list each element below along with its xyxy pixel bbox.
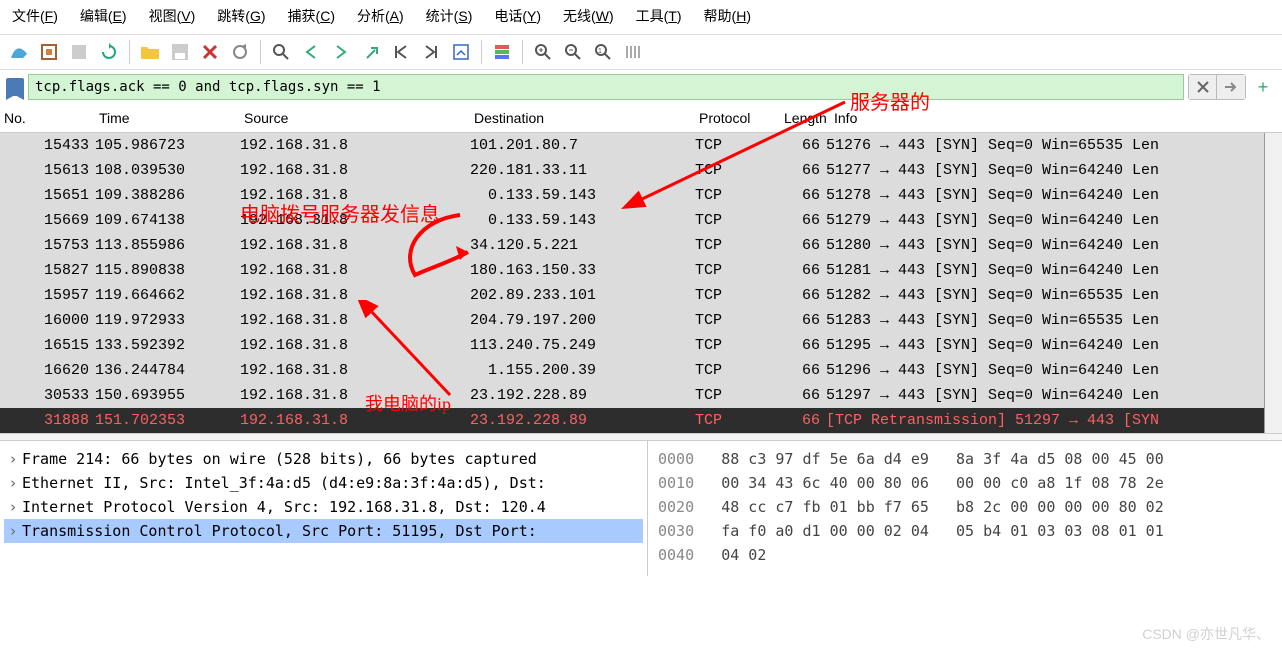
menu-item[interactable]: 视图(V) xyxy=(149,6,196,26)
apply-filter-button[interactable] xyxy=(1217,75,1245,99)
menu-item[interactable]: 编辑(E) xyxy=(80,6,127,26)
menu-item[interactable]: 工具(T) xyxy=(636,6,682,26)
capture-options-icon[interactable] xyxy=(36,39,62,65)
close-file-icon[interactable] xyxy=(197,39,223,65)
bottom-panes: ›Frame 214: 66 bytes on wire (528 bits),… xyxy=(0,441,1282,576)
stop-capture-icon[interactable] xyxy=(66,39,92,65)
menu-bar: 文件(F) 编辑(E) 视图(V) 跳转(G) 捕获(C) 分析(A) 统计(S) 电话(Y)… xyxy=(0,0,1282,34)
save-file-icon[interactable] xyxy=(167,39,193,65)
reload-icon[interactable] xyxy=(227,39,253,65)
col-info[interactable]: Info xyxy=(830,108,1282,128)
col-destination[interactable]: Destination xyxy=(470,108,695,128)
packet-row[interactable]: 15753113.855986192.168.31.834.120.5.221T… xyxy=(0,233,1282,258)
hex-line[interactable]: 0030 fa f0 a0 d1 00 00 02 04 05 b4 01 03… xyxy=(658,519,1272,543)
go-back-icon[interactable] xyxy=(298,39,324,65)
go-first-icon[interactable] xyxy=(388,39,414,65)
packet-row[interactable]: 30533150.693955192.168.31.823.192.228.89… xyxy=(0,383,1282,408)
col-no[interactable]: No. xyxy=(0,108,95,128)
filter-bar: + xyxy=(0,70,1282,104)
col-source[interactable]: Source xyxy=(240,108,470,128)
menu-item[interactable]: 帮助(H) xyxy=(704,6,751,26)
autoscroll-icon[interactable] xyxy=(448,39,474,65)
packet-row[interactable]: 15957119.664662192.168.31.8202.89.233.10… xyxy=(0,283,1282,308)
zoom-out-icon[interactable] xyxy=(560,39,586,65)
restart-capture-icon[interactable] xyxy=(96,39,122,65)
packet-bytes-hex[interactable]: 0000 88 c3 97 df 5e 6a d4 e9 8a 3f 4a d5… xyxy=(647,441,1282,576)
tree-node[interactable]: ›Frame 214: 66 bytes on wire (528 bits),… xyxy=(4,447,643,471)
scrollbar[interactable] xyxy=(1264,133,1282,433)
packet-details-tree[interactable]: ›Frame 214: 66 bytes on wire (528 bits),… xyxy=(0,441,647,576)
packet-list-header: No. Time Source Destination Protocol Len… xyxy=(0,104,1282,133)
menu-item[interactable]: 统计(S) xyxy=(426,6,473,26)
packet-row[interactable]: 15613108.039530192.168.31.8220.181.33.11… xyxy=(0,158,1282,183)
col-protocol[interactable]: Protocol xyxy=(695,108,780,128)
menu-item[interactable]: 无线(W) xyxy=(563,6,614,26)
go-forward-icon[interactable] xyxy=(328,39,354,65)
menu-item[interactable]: 电话(Y) xyxy=(494,6,541,26)
pane-splitter[interactable] xyxy=(0,433,1282,441)
packet-row[interactable]: 16515133.592392192.168.31.8113.240.75.24… xyxy=(0,333,1282,358)
go-last-icon[interactable] xyxy=(418,39,444,65)
tree-node[interactable]: ›Transmission Control Protocol, Src Port… xyxy=(4,519,643,543)
menu-item[interactable]: 捕获(C) xyxy=(288,6,335,26)
packet-list[interactable]: 15433105.986723192.168.31.8101.201.80.7T… xyxy=(0,133,1282,433)
svg-text:1: 1 xyxy=(598,48,602,55)
colorize-icon[interactable] xyxy=(489,39,515,65)
menu-item[interactable]: 跳转(G) xyxy=(217,6,265,26)
hex-line[interactable]: 0020 48 cc c7 fb 01 bb f7 65 b8 2c 00 00… xyxy=(658,495,1272,519)
jump-icon[interactable] xyxy=(358,39,384,65)
packet-row[interactable]: 15651109.388286192.168.31.8 0.133.59.143… xyxy=(0,183,1282,208)
tree-node[interactable]: ›Ethernet II, Src: Intel_3f:4a:d5 (d4:e9… xyxy=(4,471,643,495)
menu-item[interactable]: 文件(F) xyxy=(12,6,58,26)
resize-columns-icon[interactable] xyxy=(620,39,646,65)
packet-row[interactable]: 31888151.702353192.168.31.823.192.228.89… xyxy=(0,408,1282,433)
packet-row[interactable]: 15669109.674138192.168.31.8 0.133.59.143… xyxy=(0,208,1282,233)
menu-item[interactable]: 分析(A) xyxy=(357,6,404,26)
hex-line[interactable]: 0040 04 02 xyxy=(658,543,1272,567)
packet-row[interactable]: 16620136.244784192.168.31.8 1.155.200.39… xyxy=(0,358,1282,383)
shark-fin-icon[interactable] xyxy=(6,39,32,65)
clear-filter-button[interactable] xyxy=(1189,75,1217,99)
open-file-icon[interactable] xyxy=(137,39,163,65)
zoom-reset-icon[interactable]: 1 xyxy=(590,39,616,65)
packet-row[interactable]: 16000119.972933192.168.31.8204.79.197.20… xyxy=(0,308,1282,333)
tree-node[interactable]: ›Internet Protocol Version 4, Src: 192.1… xyxy=(4,495,643,519)
zoom-in-icon[interactable] xyxy=(530,39,556,65)
add-filter-button[interactable]: + xyxy=(1250,74,1276,100)
hex-line[interactable]: 0010 00 34 43 6c 40 00 80 06 00 00 c0 a8… xyxy=(658,471,1272,495)
watermark: CSDN @亦世凡华、 xyxy=(1142,624,1270,644)
main-toolbar: 1 xyxy=(0,34,1282,70)
packet-row[interactable]: 15433105.986723192.168.31.8101.201.80.7T… xyxy=(0,133,1282,158)
display-filter-input[interactable] xyxy=(28,74,1184,100)
find-icon[interactable] xyxy=(268,39,294,65)
bookmark-icon[interactable] xyxy=(6,78,24,96)
col-length[interactable]: Length xyxy=(780,108,830,128)
packet-row[interactable]: 15827115.890838192.168.31.8180.163.150.3… xyxy=(0,258,1282,283)
col-time[interactable]: Time xyxy=(95,108,240,128)
hex-line[interactable]: 0000 88 c3 97 df 5e 6a d4 e9 8a 3f 4a d5… xyxy=(658,447,1272,471)
